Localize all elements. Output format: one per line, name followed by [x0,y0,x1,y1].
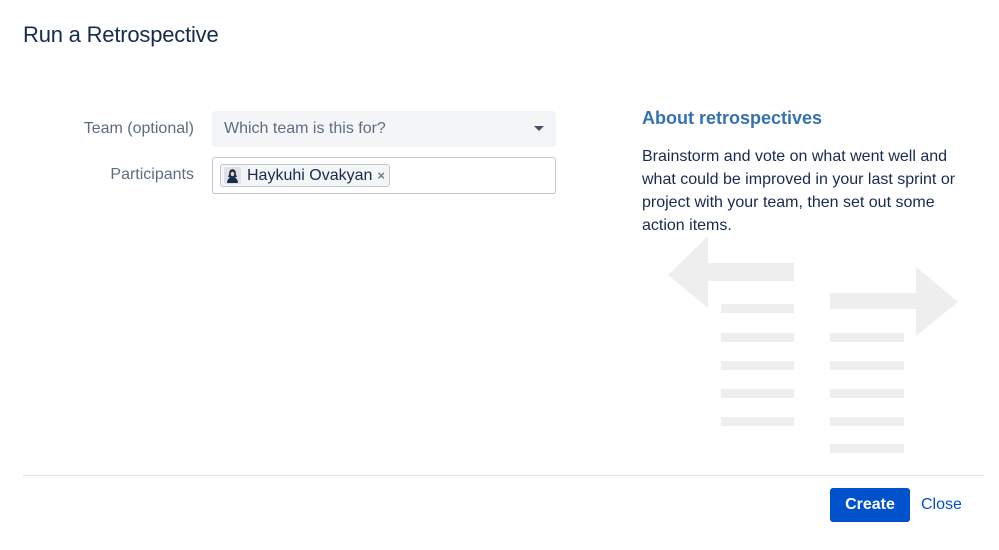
participants-row: Participants Haykuhi Ovakyan × [0,157,560,194]
retrospective-dialog: Run a Retrospective Team (optional) Whic… [0,0,999,550]
participant-chip-label: Haykuhi Ovakyan [247,167,373,184]
close-link[interactable]: Close [916,488,967,522]
team-row: Team (optional) Which team is this for? [0,111,560,147]
create-button[interactable]: Create [830,488,910,522]
participants-label: Participants [110,166,194,183]
chevron-down-icon[interactable] [534,126,544,131]
about-description: Brainstorm and vote on what went well an… [642,148,956,234]
close-icon[interactable]: × [377,165,385,186]
team-select-placeholder: Which team is this for? [224,120,386,137]
participant-chip: Haykuhi Ovakyan × [220,164,390,187]
footer-divider [23,475,984,476]
about-heading: About retrospectives [642,108,823,128]
team-select[interactable]: Which team is this for? [212,111,556,147]
dialog-title: Run a Retrospective [23,22,219,47]
arrows-and-lists-illustration [660,236,970,461]
participants-input[interactable]: Haykuhi Ovakyan × [212,157,556,194]
team-label: Team (optional) [83,120,194,137]
avatar [224,167,241,184]
